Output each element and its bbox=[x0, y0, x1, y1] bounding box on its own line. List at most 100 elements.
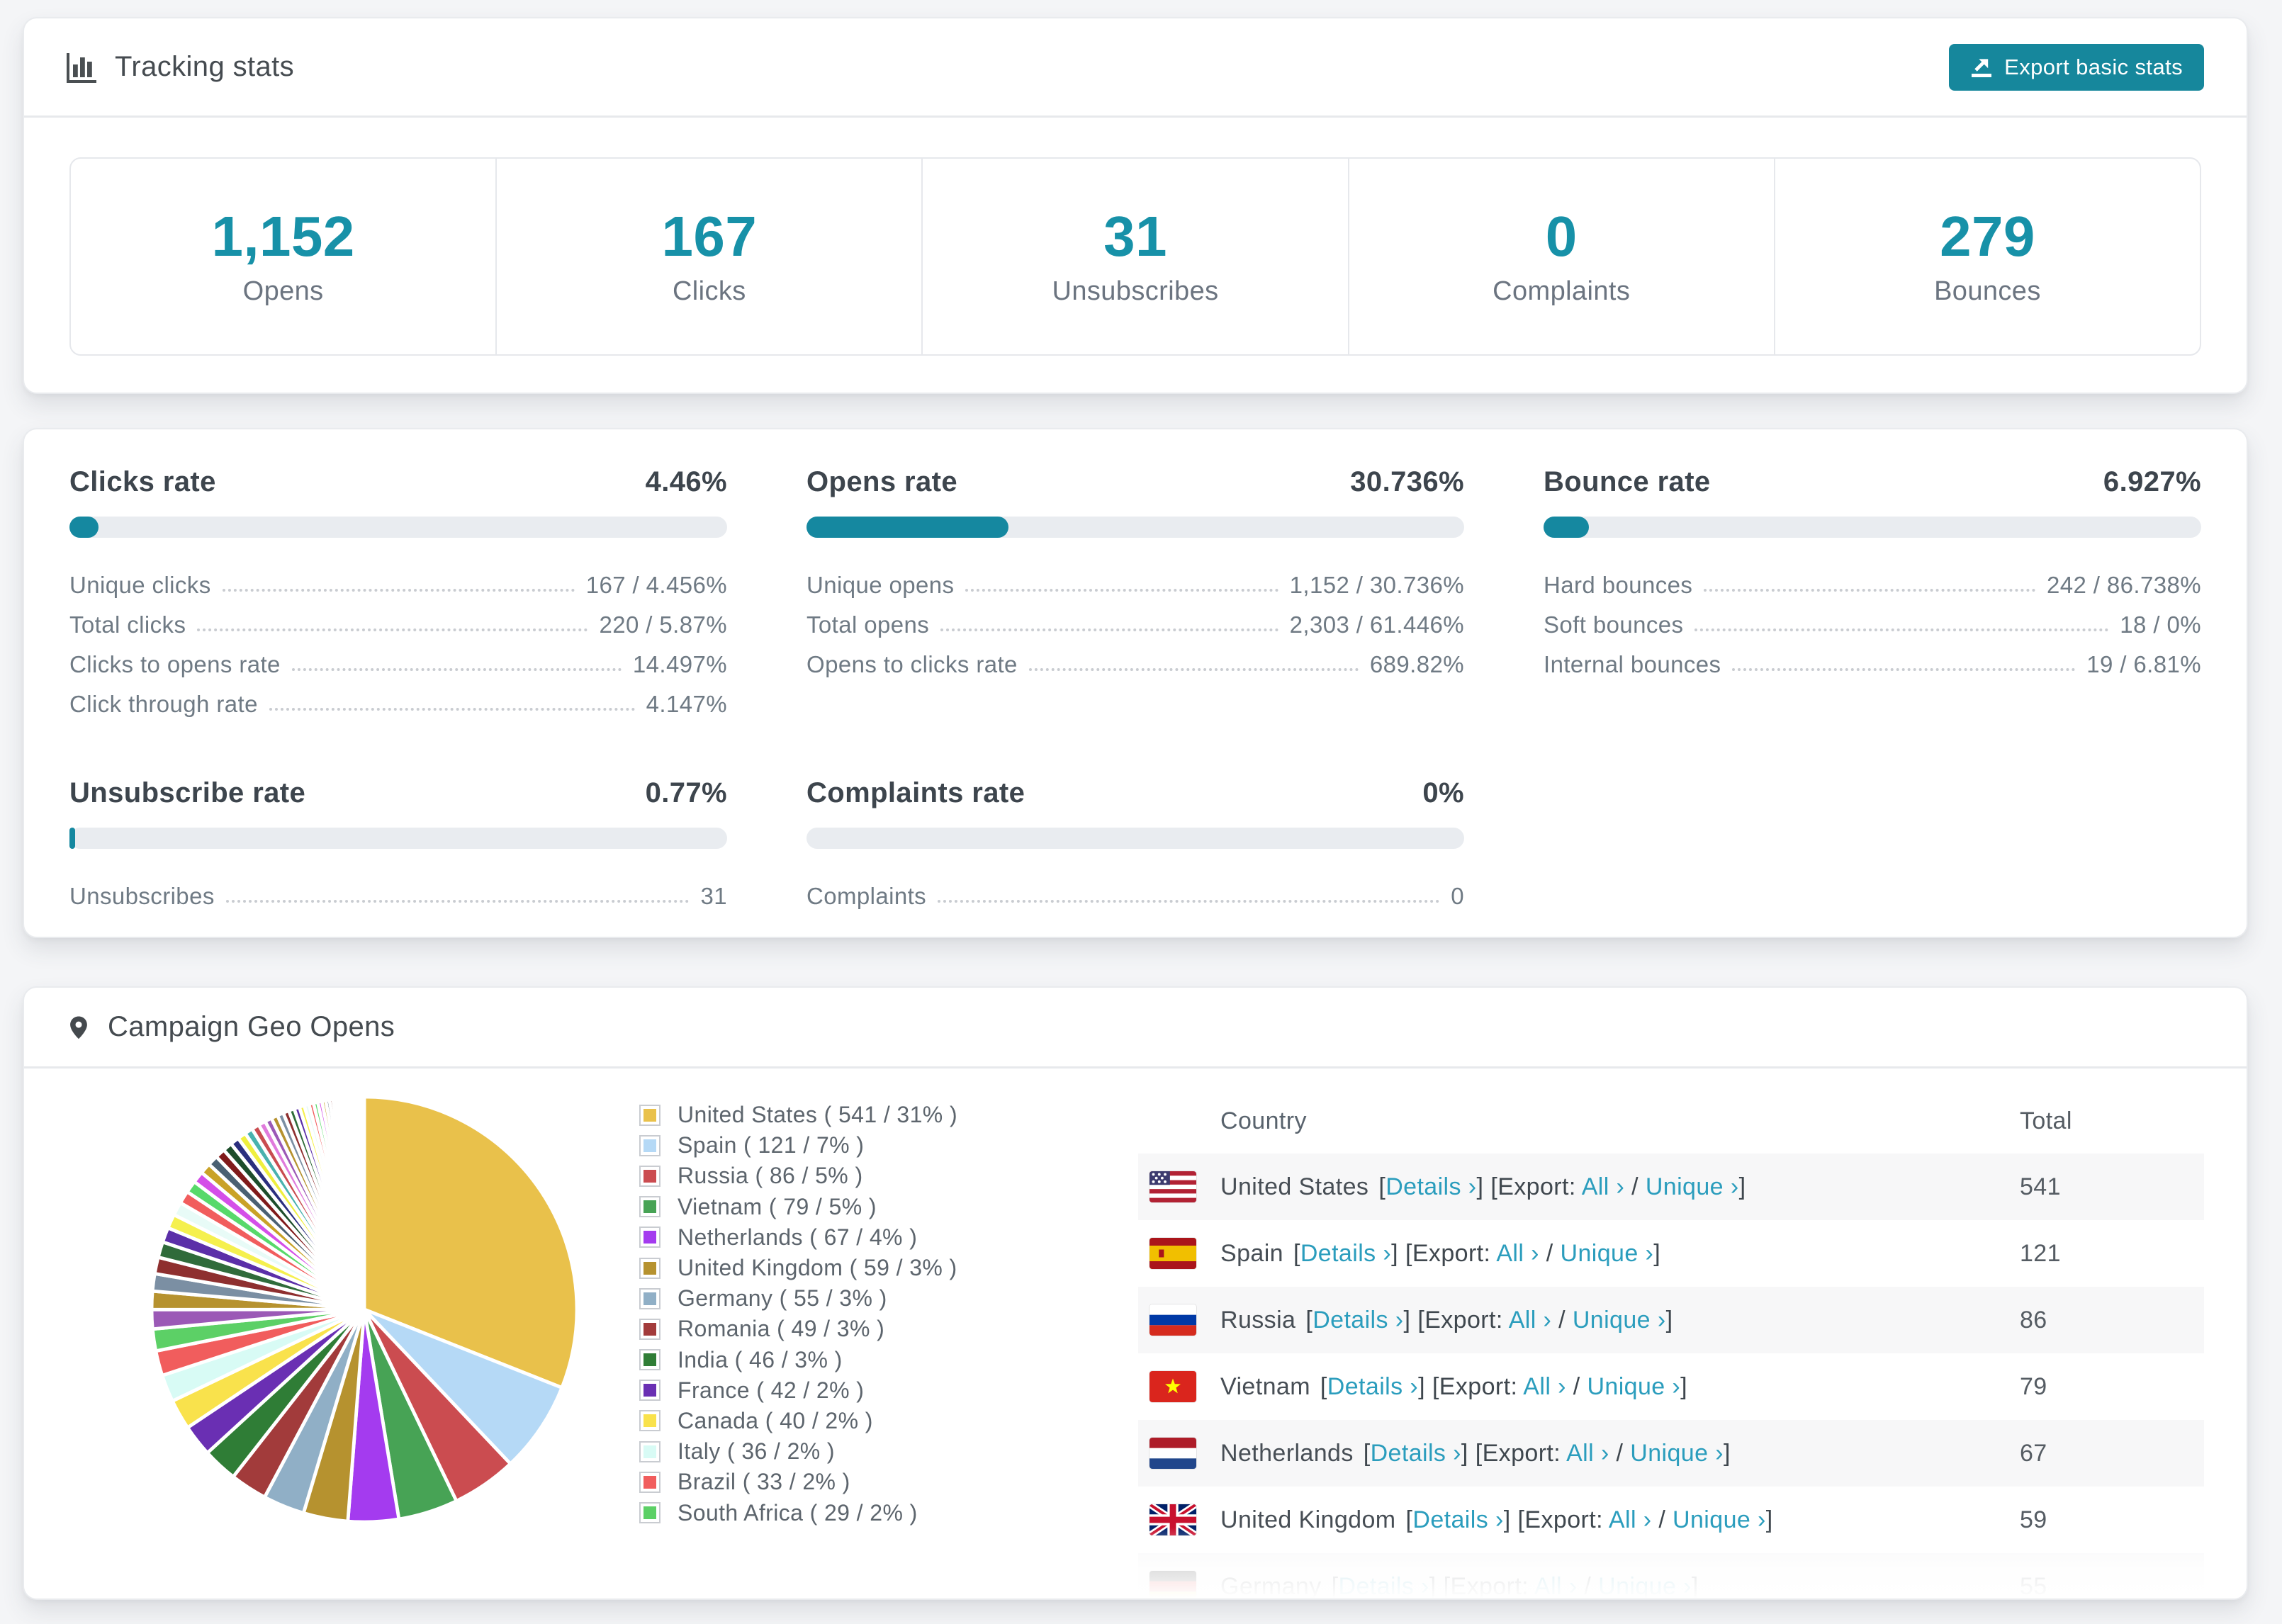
details-link[interactable]: Details › bbox=[1313, 1307, 1403, 1333]
geo-opens-pie-chart bbox=[150, 1095, 579, 1524]
export-all-link[interactable]: All › bbox=[1509, 1307, 1552, 1333]
rate-row-label: Complaints bbox=[806, 883, 927, 909]
card-tracking-stats: Tracking stats Export basic stats 1,152 … bbox=[23, 17, 2248, 394]
stat-label: Unsubscribes bbox=[1052, 276, 1219, 306]
export-all-link[interactable]: All › bbox=[1496, 1240, 1539, 1267]
country-total: 121 bbox=[2020, 1239, 2061, 1267]
export-all-link[interactable]: All › bbox=[1534, 1573, 1578, 1599]
country-row-ru: Russia [Details ›] [Export: All › / Uniq… bbox=[1138, 1287, 2204, 1353]
stat-label: Opens bbox=[242, 276, 324, 306]
legend-item-it: Italy ( 36 / 2% ) bbox=[639, 1436, 957, 1467]
dotted-leader bbox=[940, 628, 1278, 631]
dotted-leader bbox=[1028, 668, 1359, 671]
export-all-link[interactable]: All › bbox=[1523, 1373, 1566, 1400]
flag-icon-nl bbox=[1150, 1438, 1196, 1469]
rate-percent: 6.927% bbox=[2103, 466, 2201, 497]
rate-block-clicks-rate: Clicks rate 4.46% Unique clicks 167 / 4.… bbox=[69, 466, 727, 718]
progress-fill bbox=[806, 517, 1009, 538]
progress-bar bbox=[69, 517, 727, 538]
rate-row-label: Total opens bbox=[806, 611, 930, 638]
geo-table-rows: United States [Details ›] [Export: All ›… bbox=[1138, 1154, 2204, 1600]
pie-legend: United States ( 541 / 31% ) Spain ( 121 … bbox=[639, 1100, 957, 1598]
country-total: 67 bbox=[2020, 1439, 2047, 1467]
rate-rows: Complaints 0 bbox=[806, 870, 1464, 910]
rate-row: Total clicks 220 / 5.87% bbox=[69, 599, 727, 638]
rate-row: Clicks to opens rate 14.497% bbox=[69, 638, 727, 678]
rate-row: Unique opens 1,152 / 30.736% bbox=[806, 559, 1464, 599]
flag-icon-gb bbox=[1150, 1504, 1196, 1535]
rate-row: Soft bounces 18 / 0% bbox=[1544, 599, 2201, 638]
rate-row-value: 2,303 / 61.446% bbox=[1289, 611, 1464, 638]
stat-cell-clicks: 167 Clicks bbox=[495, 159, 921, 354]
export-unique-link[interactable]: Unique › bbox=[1646, 1173, 1739, 1200]
legend-label: Romania ( 49 / 3% ) bbox=[678, 1316, 885, 1342]
export-basic-stats-button[interactable]: Export basic stats bbox=[1949, 43, 2204, 91]
country-total: 541 bbox=[2020, 1173, 2061, 1200]
country-cell: Netherlands [Details ›] [Export: All › /… bbox=[1150, 1438, 2020, 1469]
legend-swatch bbox=[639, 1134, 661, 1156]
country-cell: Spain [Details ›] [Export: All › / Uniqu… bbox=[1150, 1238, 2020, 1269]
flag-icon-vn bbox=[1150, 1371, 1196, 1402]
legend-label: South Africa ( 29 / 2% ) bbox=[678, 1499, 918, 1526]
export-unique-link[interactable]: Unique › bbox=[1630, 1440, 1724, 1467]
stat-value: 0 bbox=[1545, 204, 1578, 268]
details-link[interactable]: Details › bbox=[1300, 1240, 1391, 1267]
rate-row-value: 4.147% bbox=[646, 691, 727, 717]
dotted-leader bbox=[291, 668, 622, 671]
export-unique-link[interactable]: Unique › bbox=[1673, 1506, 1766, 1533]
legend-label: Russia ( 86 / 5% ) bbox=[678, 1163, 863, 1189]
legend-item-de: Germany ( 55 / 3% ) bbox=[639, 1283, 957, 1314]
country-name: Netherlands bbox=[1220, 1439, 1354, 1467]
legend-label: France ( 42 / 2% ) bbox=[678, 1377, 865, 1403]
details-link[interactable]: Details › bbox=[1338, 1573, 1429, 1599]
export-unique-link[interactable]: Unique › bbox=[1598, 1573, 1692, 1599]
legend-label: Canada ( 40 / 2% ) bbox=[678, 1407, 873, 1433]
country-total: 86 bbox=[2020, 1306, 2047, 1333]
export-basic-stats-label: Export basic stats bbox=[2004, 54, 2183, 79]
rate-row-label: Unique clicks bbox=[69, 572, 211, 598]
stat-value: 1,152 bbox=[211, 204, 355, 268]
rate-block-complaints-rate: Complaints rate 0% Complaints 0 bbox=[806, 777, 1464, 910]
legend-label: United States ( 541 / 31% ) bbox=[678, 1102, 958, 1128]
rates-grid: Clicks rate 4.46% Unique clicks 167 / 4.… bbox=[24, 429, 2247, 910]
rate-row-label: Total clicks bbox=[69, 611, 186, 638]
export-all-link[interactable]: All › bbox=[1566, 1440, 1609, 1467]
export-unique-link[interactable]: Unique › bbox=[1573, 1307, 1666, 1333]
rate-title: Complaints rate bbox=[806, 777, 1025, 808]
dotted-leader bbox=[1694, 628, 2109, 631]
rate-row-label: Hard bounces bbox=[1544, 572, 1693, 598]
country-name: Germany bbox=[1220, 1572, 1322, 1600]
details-link[interactable]: Details › bbox=[1327, 1373, 1418, 1400]
stat-cell-complaints: 0 Complaints bbox=[1347, 159, 1774, 354]
export-all-link[interactable]: All › bbox=[1582, 1173, 1625, 1200]
legend-label: Vietnam ( 79 / 5% ) bbox=[678, 1193, 877, 1219]
rate-row: Click through rate 4.147% bbox=[69, 678, 727, 718]
rate-percent: 4.46% bbox=[645, 466, 727, 497]
country-total: 55 bbox=[2020, 1572, 2047, 1600]
country-name: Vietnam bbox=[1220, 1372, 1310, 1400]
legend-item-nl: Netherlands ( 67 / 4% ) bbox=[639, 1222, 957, 1253]
legend-item-us: United States ( 541 / 31% ) bbox=[639, 1100, 957, 1130]
dotted-leader bbox=[965, 589, 1278, 592]
rate-head: Clicks rate 4.46% bbox=[69, 466, 727, 498]
rate-rows: Unique clicks 167 / 4.456% Total clicks … bbox=[69, 559, 727, 718]
rate-row: Unsubscribes 31 bbox=[69, 870, 727, 910]
rate-block-opens-rate: Opens rate 30.736% Unique opens 1,152 / … bbox=[806, 466, 1464, 718]
legend-item-es: Spain ( 121 / 7% ) bbox=[639, 1130, 957, 1161]
rate-title: Bounce rate bbox=[1544, 466, 1711, 497]
details-link[interactable]: Details › bbox=[1412, 1506, 1503, 1533]
export-unique-link[interactable]: Unique › bbox=[1587, 1373, 1680, 1400]
rate-percent: 30.736% bbox=[1350, 466, 1464, 497]
country-name: Russia bbox=[1220, 1306, 1296, 1333]
details-link[interactable]: Details › bbox=[1371, 1440, 1461, 1467]
rate-row-value: 242 / 86.738% bbox=[2046, 572, 2201, 598]
dotted-leader bbox=[222, 589, 575, 592]
rate-row-label: Internal bounces bbox=[1544, 651, 1721, 677]
export-unique-link[interactable]: Unique › bbox=[1560, 1240, 1653, 1267]
geo-table: Country Total United States [Details ›] … bbox=[1138, 1088, 2204, 1600]
export-all-link[interactable]: All › bbox=[1609, 1506, 1652, 1533]
rate-row-value: 1,152 / 30.736% bbox=[1289, 572, 1464, 598]
details-link[interactable]: Details › bbox=[1386, 1173, 1476, 1200]
progress-fill bbox=[69, 517, 99, 538]
table-header-total: Total bbox=[2020, 1107, 2072, 1134]
